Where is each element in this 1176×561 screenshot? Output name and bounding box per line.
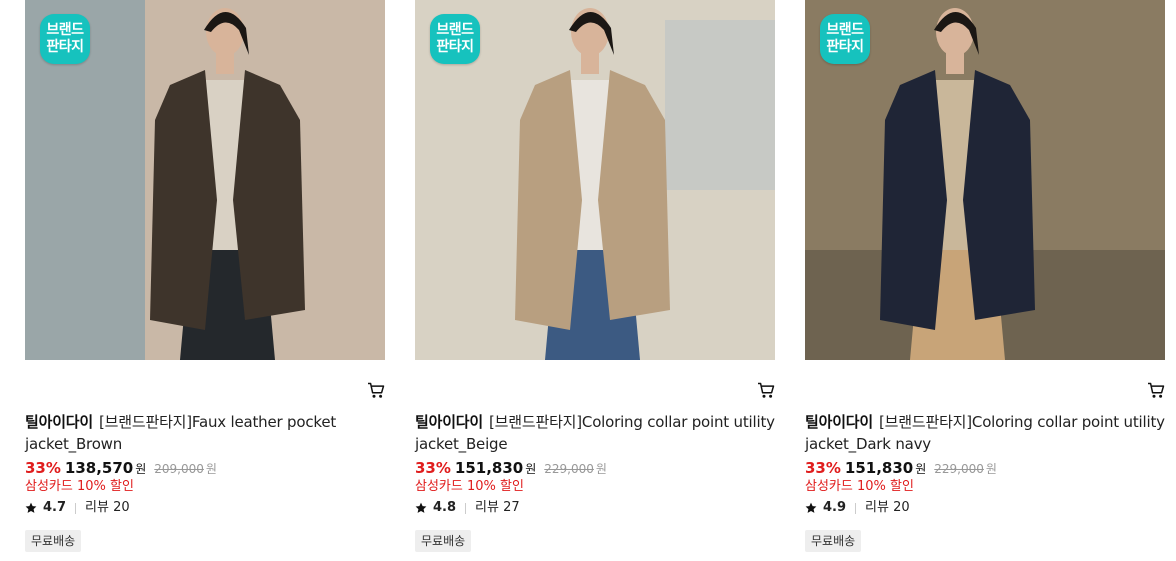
discount-rate: 33% [415, 459, 451, 477]
brand-fantasy-badge: 브랜드 판타지 [40, 14, 90, 64]
original-price: 229,000 [544, 462, 594, 476]
product-grid: 브랜드 판타지 틸아이다이 [브랜드판타지]Faux leather pocket… [0, 0, 1176, 561]
review-label: 리뷰 [865, 500, 889, 515]
original-currency-unit: 원 [985, 462, 997, 476]
rating-row: 4.9 리뷰 20 [805, 499, 910, 517]
sale-price: 138,570 [64, 459, 134, 477]
currency-unit: 원 [525, 462, 537, 476]
original-price: 209,000 [154, 462, 204, 476]
price-row: 33% 151,830 원 229,000 원 [415, 458, 607, 479]
star-icon [25, 502, 37, 513]
star-icon [415, 502, 427, 513]
rating-score: 4.7 [43, 500, 67, 515]
free-shipping-tag: 무료배송 [25, 530, 82, 552]
cart-icon[interactable] [1147, 382, 1165, 399]
rating-row: 4.8 리뷰 27 [415, 499, 520, 517]
model-jacket-left [150, 70, 217, 330]
product-title[interactable]: 틸아이다이 [브랜드판타지]Faux leather pocket jacket_… [25, 411, 385, 455]
free-shipping-tag: 무료배송 [805, 530, 862, 552]
card-discount-promo: 삼성카드 10% 할인 [25, 479, 134, 494]
product-card[interactable]: 브랜드 판타지 틸아이다이 [브랜드판타지]Faux leather pocket… [25, 0, 385, 561]
photo-window [665, 20, 775, 190]
divider [855, 502, 857, 514]
review-count: 27 [503, 500, 520, 515]
divider [75, 502, 77, 514]
product-image[interactable]: 브랜드 판타지 [25, 0, 385, 360]
model-jacket-left [515, 70, 582, 330]
sale-price: 151,830 [454, 459, 524, 477]
price-row: 33% 151,830 원 229,000 원 [805, 458, 997, 479]
cart-icon[interactable] [367, 382, 385, 399]
divider [465, 502, 467, 514]
brand-name[interactable]: 틸아이다이 [25, 413, 93, 431]
model-jacket-left [880, 70, 947, 330]
rating-score: 4.8 [433, 500, 457, 515]
product-card[interactable]: 브랜드 판타지 틸아이다이 [브랜드판타지]Coloring collar poi… [805, 0, 1165, 561]
currency-unit: 원 [915, 462, 927, 476]
original-currency-unit: 원 [595, 462, 607, 476]
original-price: 229,000 [934, 462, 984, 476]
review-label: 리뷰 [85, 500, 109, 515]
review-count: 20 [113, 500, 130, 515]
product-card[interactable]: 브랜드 판타지 틸아이다이 [브랜드판타지]Coloring collar poi… [415, 0, 775, 561]
brand-name[interactable]: 틸아이다이 [415, 413, 483, 431]
brand-name[interactable]: 틸아이다이 [805, 413, 873, 431]
product-title[interactable]: 틸아이다이 [브랜드판타지]Coloring collar point utili… [805, 411, 1165, 455]
review-label: 리뷰 [475, 500, 499, 515]
currency-unit: 원 [135, 462, 147, 476]
card-discount-promo: 삼성카드 10% 할인 [415, 479, 524, 494]
brand-fantasy-badge: 브랜드 판타지 [430, 14, 480, 64]
free-shipping-tag: 무료배송 [415, 530, 472, 552]
card-discount-promo: 삼성카드 10% 할인 [805, 479, 914, 494]
rating-row: 4.7 리뷰 20 [25, 499, 130, 517]
cart-icon[interactable] [757, 382, 775, 399]
original-currency-unit: 원 [205, 462, 217, 476]
discount-rate: 33% [25, 459, 61, 477]
product-image[interactable]: 브랜드 판타지 [415, 0, 775, 360]
star-icon [805, 502, 817, 513]
price-row: 33% 138,570 원 209,000 원 [25, 458, 217, 479]
sale-price: 151,830 [844, 459, 914, 477]
product-image[interactable]: 브랜드 판타지 [805, 0, 1165, 360]
rating-score: 4.9 [823, 500, 847, 515]
review-count: 20 [893, 500, 910, 515]
product-title[interactable]: 틸아이다이 [브랜드판타지]Coloring collar point utili… [415, 411, 775, 455]
brand-fantasy-badge: 브랜드 판타지 [820, 14, 870, 64]
discount-rate: 33% [805, 459, 841, 477]
